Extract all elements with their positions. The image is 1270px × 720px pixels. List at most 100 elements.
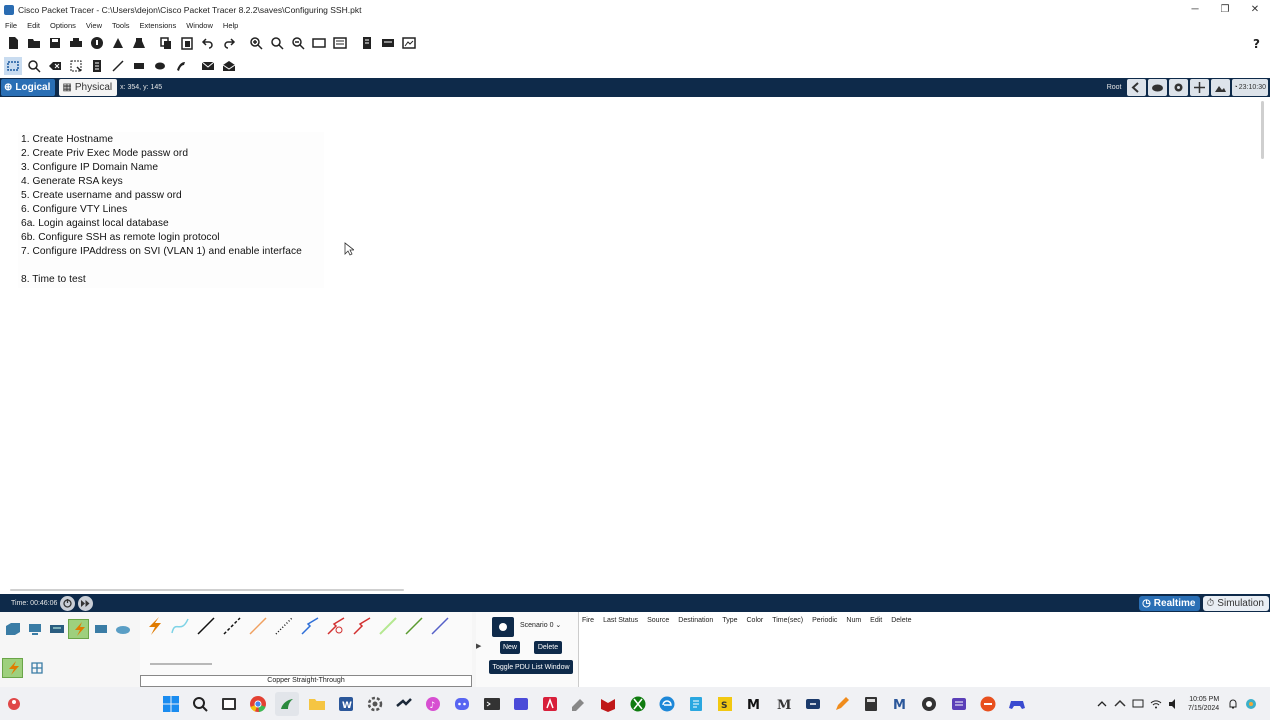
- col-destination[interactable]: Destination: [678, 617, 713, 624]
- orange-app-icon[interactable]: [976, 692, 1000, 716]
- col-color[interactable]: Color: [747, 617, 764, 624]
- col-fire[interactable]: Fire: [582, 617, 594, 624]
- delete-scenario-button[interactable]: Delete: [534, 641, 562, 654]
- draw-ellipse-icon[interactable]: [151, 57, 169, 75]
- minimize-button[interactable]: ─: [1180, 0, 1210, 19]
- copy-icon[interactable]: [157, 34, 175, 52]
- task-view-icon[interactable]: [217, 692, 241, 716]
- delete-icon[interactable]: [46, 57, 64, 75]
- copper-cross-over-icon[interactable]: [219, 614, 244, 638]
- m-app-3-icon[interactable]: M: [772, 692, 796, 716]
- environment-icon[interactable]: [400, 34, 418, 52]
- add-simple-pdu-icon[interactable]: [199, 57, 217, 75]
- power-cycle-icon[interactable]: [60, 595, 76, 611]
- realtime-mode-button[interactable]: ◷ Realtime: [1139, 595, 1201, 611]
- col-time[interactable]: Time(sec): [772, 617, 803, 624]
- file-explorer-icon[interactable]: [305, 692, 329, 716]
- vertical-scrollbar[interactable]: [1259, 101, 1266, 586]
- xbox-icon[interactable]: [626, 692, 650, 716]
- windows-start-icon[interactable]: [159, 692, 183, 716]
- zoom-out-icon[interactable]: [289, 34, 307, 52]
- pen-icon[interactable]: [567, 692, 591, 716]
- chevron-up-icon[interactable]: [1095, 697, 1109, 711]
- monitor-icon[interactable]: [1131, 697, 1145, 711]
- undo-icon[interactable]: [199, 34, 217, 52]
- select-icon[interactable]: [3, 57, 22, 75]
- terminal-icon[interactable]: [480, 692, 504, 716]
- place-note-icon[interactable]: [88, 57, 106, 75]
- calculator-icon[interactable]: [859, 692, 883, 716]
- draw-rectangle-icon[interactable]: [130, 57, 148, 75]
- col-delete[interactable]: Delete: [891, 617, 911, 624]
- phone-cable-icon[interactable]: [271, 614, 296, 638]
- widgets-icon[interactable]: [0, 687, 28, 720]
- cloud-icon[interactable]: [1147, 79, 1167, 96]
- controller-icon[interactable]: [1005, 692, 1029, 716]
- col-source[interactable]: Source: [647, 617, 669, 624]
- logical-workspace[interactable]: 1. Create Hostname 2. Create Priv Exec M…: [0, 97, 1270, 594]
- purple-app-icon[interactable]: [947, 692, 971, 716]
- col-num[interactable]: Num: [846, 617, 861, 624]
- restore-button[interactable]: ❐: [1210, 0, 1240, 19]
- menu-extensions[interactable]: Extensions: [135, 21, 182, 30]
- serial-dce-icon[interactable]: [323, 614, 348, 638]
- grid-icon[interactable]: [26, 658, 47, 678]
- tab-logical[interactable]: ⊕ Logical: [1, 79, 56, 96]
- misc-icon[interactable]: [90, 619, 111, 639]
- network-info-icon[interactable]: [109, 34, 127, 52]
- col-edit[interactable]: Edit: [870, 617, 882, 624]
- physical-view-icon[interactable]: [379, 34, 397, 52]
- itunes-icon[interactable]: ♪: [421, 692, 445, 716]
- iot-custom-cable-icon[interactable]: [401, 614, 426, 638]
- fast-forward-icon[interactable]: [78, 595, 94, 611]
- scenario-select[interactable]: Scenario 0 ⌄: [520, 621, 561, 629]
- automatic-cable-icon[interactable]: [141, 614, 166, 638]
- mcafee-icon[interactable]: [596, 692, 620, 716]
- m-app-2-icon[interactable]: M: [742, 692, 766, 716]
- menu-window[interactable]: Window: [181, 21, 218, 30]
- draw-line-icon[interactable]: [109, 57, 127, 75]
- viewport-icon[interactable]: [358, 34, 376, 52]
- usb-cable-icon[interactable]: [427, 614, 452, 638]
- components-icon[interactable]: [46, 619, 67, 639]
- system-clock[interactable]: 10:05 PM 7/15/2024: [1188, 695, 1219, 713]
- horizontal-scrollbar[interactable]: [10, 587, 406, 593]
- menu-help[interactable]: Help: [218, 21, 243, 30]
- edge-icon[interactable]: [655, 692, 679, 716]
- search-icon[interactable]: [188, 692, 212, 716]
- menu-view[interactable]: View: [81, 21, 107, 30]
- col-type[interactable]: Type: [722, 617, 737, 624]
- coaxial-icon[interactable]: [297, 614, 322, 638]
- cluster-icon[interactable]: [1168, 79, 1188, 96]
- move-object-icon[interactable]: [1189, 79, 1209, 96]
- connections-icon[interactable]: [68, 619, 89, 639]
- tab-physical[interactable]: ▦ Physical: [59, 79, 118, 96]
- note[interactable]: 1. Create Hostname 2. Create Priv Exec M…: [18, 132, 324, 288]
- file-icon[interactable]: [684, 692, 708, 716]
- resize-icon[interactable]: [67, 57, 85, 75]
- m-blue-icon[interactable]: M: [888, 692, 912, 716]
- activity-wizard-icon[interactable]: [88, 34, 106, 52]
- gear-icon[interactable]: [363, 692, 387, 716]
- connections-sub-icon[interactable]: [2, 658, 23, 678]
- open-folder-icon[interactable]: [25, 34, 43, 52]
- copilot-icon[interactable]: [1244, 697, 1258, 711]
- serial-dte-icon[interactable]: [349, 614, 374, 638]
- m-app-icon[interactable]: S: [713, 692, 737, 716]
- wifi-icon[interactable]: [1149, 697, 1163, 711]
- col-periodic[interactable]: Periodic: [812, 617, 837, 624]
- fiber-icon[interactable]: [245, 614, 270, 638]
- end-devices-icon[interactable]: [24, 619, 45, 639]
- new-file-icon[interactable]: [4, 34, 22, 52]
- simulation-mode-button[interactable]: ⏱ Simulation: [1203, 595, 1269, 611]
- scenario-icon[interactable]: [492, 617, 514, 637]
- multiuser-icon[interactable]: [112, 619, 133, 639]
- paste-icon[interactable]: [178, 34, 196, 52]
- zoom-reset-icon[interactable]: [268, 34, 286, 52]
- save-icon[interactable]: [46, 34, 64, 52]
- pencil-icon[interactable]: [830, 692, 854, 716]
- discord-icon[interactable]: [450, 692, 474, 716]
- add-complex-pdu-icon[interactable]: [220, 57, 238, 75]
- obs-icon[interactable]: [917, 692, 941, 716]
- octal-icon[interactable]: [375, 614, 400, 638]
